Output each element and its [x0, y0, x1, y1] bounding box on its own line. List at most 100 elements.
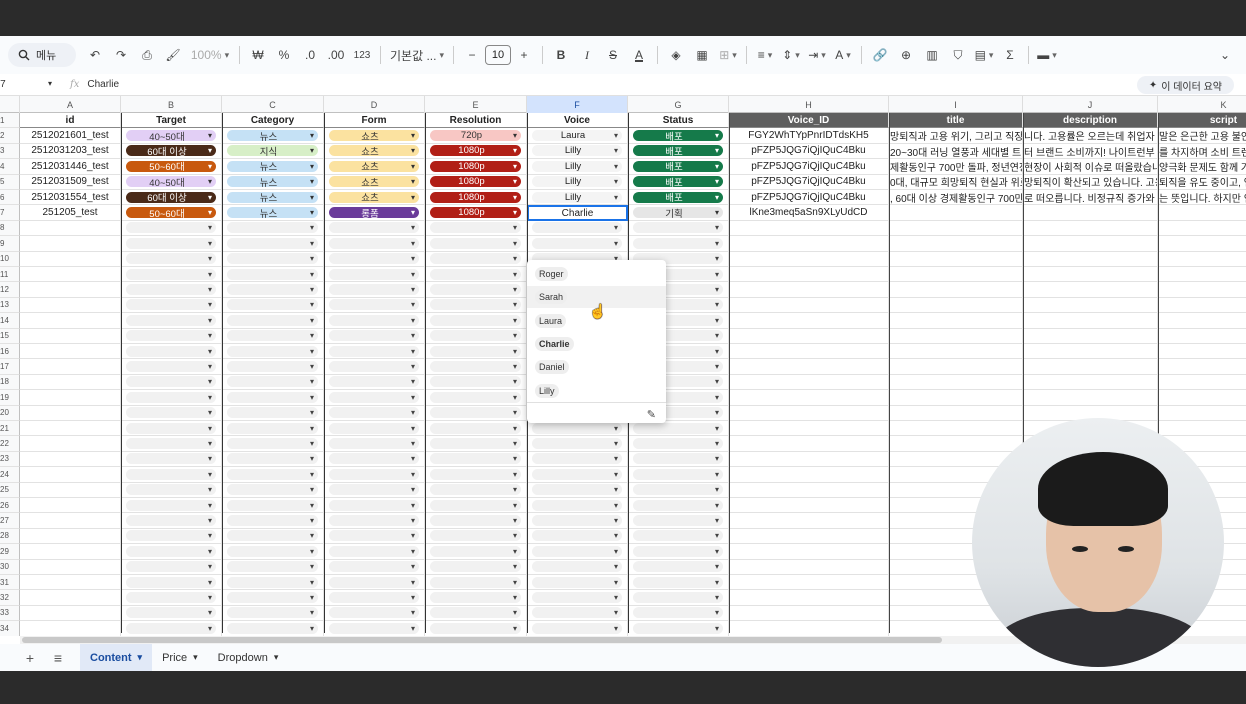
empty-dropdown-cell[interactable]: [628, 220, 729, 237]
row-header[interactable]: 2: [0, 128, 20, 144]
header-cell-title[interactable]: title: [889, 113, 1023, 129]
status-cell[interactable]: 배포: [628, 159, 729, 175]
empty-dropdown-cell[interactable]: [222, 451, 324, 468]
menu-search[interactable]: 메뉴: [8, 43, 76, 67]
empty-cell[interactable]: [20, 374, 121, 391]
form-cell[interactable]: 쇼츠: [324, 128, 425, 144]
empty-dropdown-chip[interactable]: [329, 530, 419, 542]
all-sheets-icon[interactable]: ≡: [44, 650, 72, 666]
empty-dropdown-chip[interactable]: [633, 576, 723, 588]
empty-cell[interactable]: [1158, 329, 1246, 344]
empty-cell[interactable]: [729, 344, 889, 360]
row-header[interactable]: 9: [0, 236, 20, 252]
empty-dropdown-chip[interactable]: [126, 499, 216, 511]
empty-cell[interactable]: [20, 559, 121, 575]
description-cell[interactable]: [1023, 205, 1158, 221]
resolution-chip[interactable]: 720p: [430, 130, 521, 142]
borders-icon[interactable]: ▦: [691, 43, 713, 67]
currency-button[interactable]: ₩: [247, 43, 269, 67]
empty-cell[interactable]: [1158, 421, 1246, 437]
empty-dropdown-cell[interactable]: [121, 374, 222, 391]
empty-dropdown-cell[interactable]: [324, 467, 425, 483]
empty-dropdown-cell[interactable]: [324, 405, 425, 421]
empty-dropdown-cell[interactable]: [222, 467, 324, 483]
empty-cell[interactable]: [889, 297, 1023, 314]
empty-cell[interactable]: [1023, 359, 1158, 375]
empty-cell[interactable]: [20, 482, 121, 498]
category-cell[interactable]: 뉴스: [222, 174, 324, 190]
target-chip[interactable]: 60대 이상: [126, 191, 216, 204]
empty-cell[interactable]: [20, 267, 121, 283]
empty-dropdown-cell[interactable]: [628, 621, 729, 636]
voice-id-cell[interactable]: pFZP5JQG7iQjIQuC4Bku: [729, 174, 889, 190]
column-header-g[interactable]: G: [628, 96, 729, 113]
empty-dropdown-chip[interactable]: [633, 530, 723, 542]
voice-id-cell[interactable]: lKne3meq5aSn9XLyUdCD: [729, 205, 889, 221]
resolution-cell[interactable]: 720p: [425, 128, 527, 144]
empty-dropdown-cell[interactable]: [121, 513, 222, 529]
empty-cell[interactable]: [1023, 251, 1158, 267]
row-header[interactable]: 4: [0, 159, 20, 175]
empty-dropdown-cell[interactable]: [222, 374, 324, 391]
empty-dropdown-cell[interactable]: [527, 605, 628, 622]
empty-dropdown-chip[interactable]: [329, 330, 419, 342]
target-chip[interactable]: 60대 이상: [126, 145, 216, 158]
empty-cell[interactable]: [1158, 236, 1246, 252]
column-header-i[interactable]: I: [889, 96, 1023, 113]
empty-cell[interactable]: [20, 220, 121, 237]
empty-dropdown-cell[interactable]: [425, 544, 527, 560]
horizontal-align-icon[interactable]: ≡: [754, 43, 776, 67]
target-cell[interactable]: 50~60대: [121, 159, 222, 175]
empty-dropdown-chip[interactable]: [430, 284, 521, 296]
empty-dropdown-chip[interactable]: [633, 484, 723, 496]
empty-cell[interactable]: [20, 359, 121, 375]
empty-dropdown-chip[interactable]: [227, 468, 318, 480]
text-color-button[interactable]: A: [628, 43, 650, 67]
row-header[interactable]: 25: [0, 482, 20, 498]
empty-dropdown-cell[interactable]: [121, 436, 222, 452]
voice-cell[interactable]: Laura: [527, 128, 628, 144]
empty-cell[interactable]: [1158, 252, 1246, 267]
empty-dropdown-cell[interactable]: [527, 621, 628, 636]
empty-dropdown-chip[interactable]: [532, 545, 622, 557]
empty-dropdown-cell[interactable]: [425, 297, 527, 314]
empty-dropdown-cell[interactable]: [121, 621, 222, 636]
row-header[interactable]: 26: [0, 498, 20, 514]
empty-cell[interactable]: [20, 297, 121, 314]
functions-icon[interactable]: Σ: [999, 43, 1021, 67]
empty-cell[interactable]: [1023, 313, 1158, 329]
header-cell-category[interactable]: Category: [222, 113, 324, 129]
tab-content[interactable]: Content ▾: [80, 644, 153, 671]
summarize-data-button[interactable]: ✦ 이 데이터 요약: [1136, 76, 1234, 94]
empty-dropdown-chip[interactable]: [430, 515, 521, 527]
empty-cell[interactable]: [1023, 236, 1158, 252]
empty-dropdown-cell[interactable]: [222, 498, 324, 514]
row-header[interactable]: 5: [0, 174, 20, 190]
empty-dropdown-cell[interactable]: [222, 544, 324, 560]
empty-dropdown-chip[interactable]: [126, 515, 216, 527]
empty-cell[interactable]: [1023, 328, 1158, 344]
empty-dropdown-cell[interactable]: [324, 559, 425, 575]
empty-dropdown-chip[interactable]: [532, 237, 622, 249]
target-cell[interactable]: 40~50대: [121, 174, 222, 190]
empty-dropdown-chip[interactable]: [532, 515, 622, 527]
empty-dropdown-chip[interactable]: [633, 561, 723, 573]
empty-dropdown-cell[interactable]: [324, 359, 425, 375]
empty-dropdown-cell[interactable]: [628, 421, 729, 437]
column-header-c[interactable]: C: [222, 96, 324, 113]
empty-dropdown-cell[interactable]: [222, 251, 324, 267]
empty-cell[interactable]: [20, 498, 121, 514]
status-cell[interactable]: 배포: [628, 174, 729, 190]
script-cell[interactable]: [1158, 205, 1246, 221]
empty-dropdown-cell[interactable]: [222, 297, 324, 314]
empty-dropdown-chip[interactable]: [227, 576, 318, 588]
empty-dropdown-chip[interactable]: [329, 499, 419, 511]
empty-cell[interactable]: [20, 313, 121, 329]
empty-dropdown-chip[interactable]: [329, 345, 419, 357]
row-header[interactable]: 21: [0, 421, 20, 437]
empty-dropdown-cell[interactable]: [324, 513, 425, 529]
empty-dropdown-cell[interactable]: [121, 236, 222, 252]
empty-dropdown-chip[interactable]: [126, 545, 216, 557]
undo-icon[interactable]: ↶: [84, 43, 106, 67]
row-header[interactable]: 24: [0, 467, 20, 483]
